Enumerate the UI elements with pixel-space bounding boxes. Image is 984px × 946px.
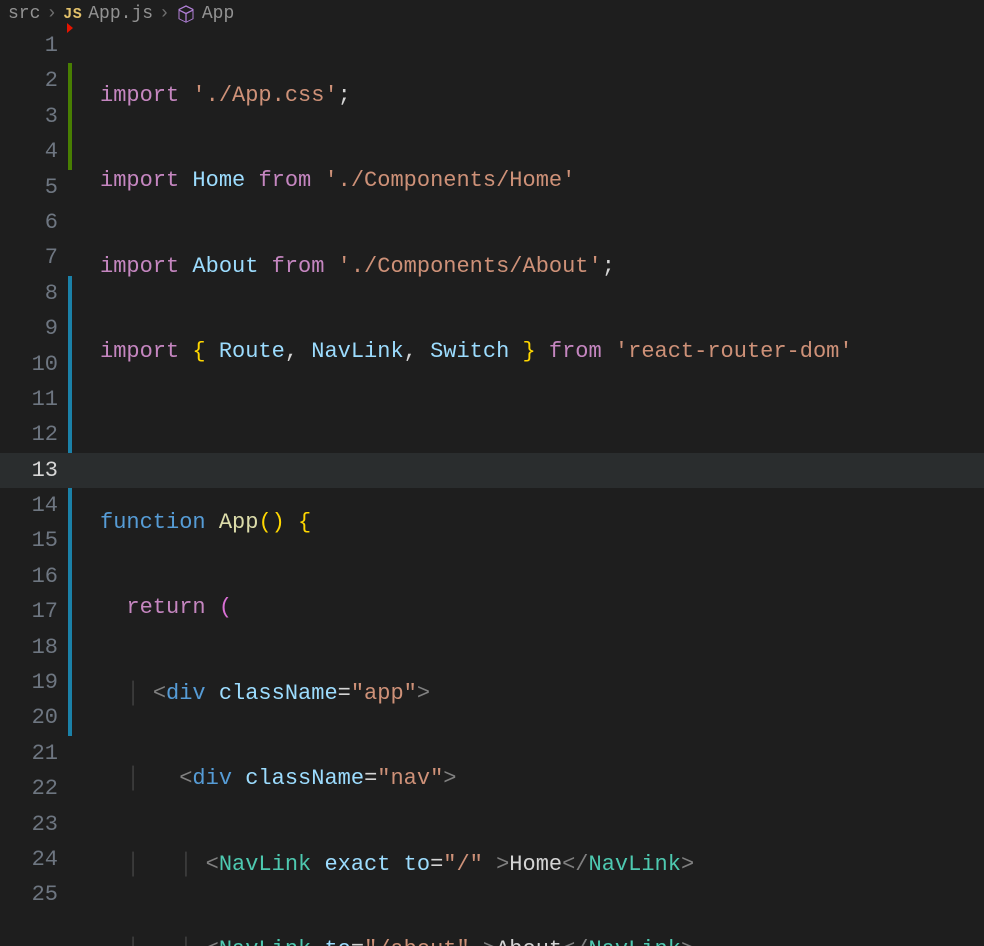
code-line[interactable]: │ │ <NavLink to="/about" >About</NavLink… <box>72 932 984 946</box>
line-number: 7 <box>0 240 58 275</box>
line-number: 1 <box>0 28 58 63</box>
line-number: 5 <box>0 170 58 205</box>
line-number: 9 <box>0 311 58 346</box>
code-line[interactable]: return ( <box>72 590 984 625</box>
line-number: 4 <box>0 134 58 169</box>
chevron-right-icon: › <box>46 4 57 24</box>
line-number: 24 <box>0 842 58 877</box>
line-number: 14 <box>0 488 58 523</box>
breadcrumb[interactable]: src › JS App.js › App <box>0 0 984 28</box>
code-line[interactable]: import Home from './Components/Home' <box>72 163 984 198</box>
code-editor[interactable]: 1 2 3 4 5 6 7 8 9 10 11 12 13 14 15 16 1… <box>0 28 984 946</box>
line-number: 8 <box>0 276 58 311</box>
code-line[interactable]: function App() { <box>72 505 984 540</box>
line-number: 21 <box>0 736 58 771</box>
line-number: 25 <box>0 877 58 912</box>
code-line[interactable]: │ <div className="nav"> <box>72 761 984 796</box>
symbol-method-icon <box>176 4 196 25</box>
breadcrumb-symbol[interactable]: App <box>202 4 234 24</box>
line-number: 2 <box>0 63 58 98</box>
line-number: 18 <box>0 630 58 665</box>
breadcrumb-file[interactable]: App.js <box>88 4 153 24</box>
code-line[interactable]: │ <div className="app"> <box>72 676 984 711</box>
line-number: 12 <box>0 417 58 452</box>
line-number: 3 <box>0 99 58 134</box>
line-number: 13 <box>0 453 58 488</box>
code-line[interactable] <box>72 420 984 455</box>
js-file-icon: JS <box>63 6 82 23</box>
line-number: 23 <box>0 807 58 842</box>
line-number: 16 <box>0 559 58 594</box>
line-number: 22 <box>0 771 58 806</box>
code-line[interactable]: import { Route, NavLink, Switch } from '… <box>72 334 984 369</box>
line-number: 6 <box>0 205 58 240</box>
code-line[interactable]: │ │ <NavLink exact to="/" >Home</NavLink… <box>72 847 984 882</box>
line-number: 15 <box>0 523 58 558</box>
code-area[interactable]: import './App.css'; import Home from './… <box>72 28 984 946</box>
code-line[interactable]: import './App.css'; <box>72 78 984 113</box>
chevron-right-icon: › <box>159 4 170 24</box>
line-number: 19 <box>0 665 58 700</box>
breadcrumb-folder[interactable]: src <box>8 4 40 24</box>
line-number: 10 <box>0 347 58 382</box>
code-line[interactable]: import About from './Components/About'; <box>72 249 984 284</box>
line-number: 20 <box>0 700 58 735</box>
line-number: 17 <box>0 594 58 629</box>
line-number: 11 <box>0 382 58 417</box>
